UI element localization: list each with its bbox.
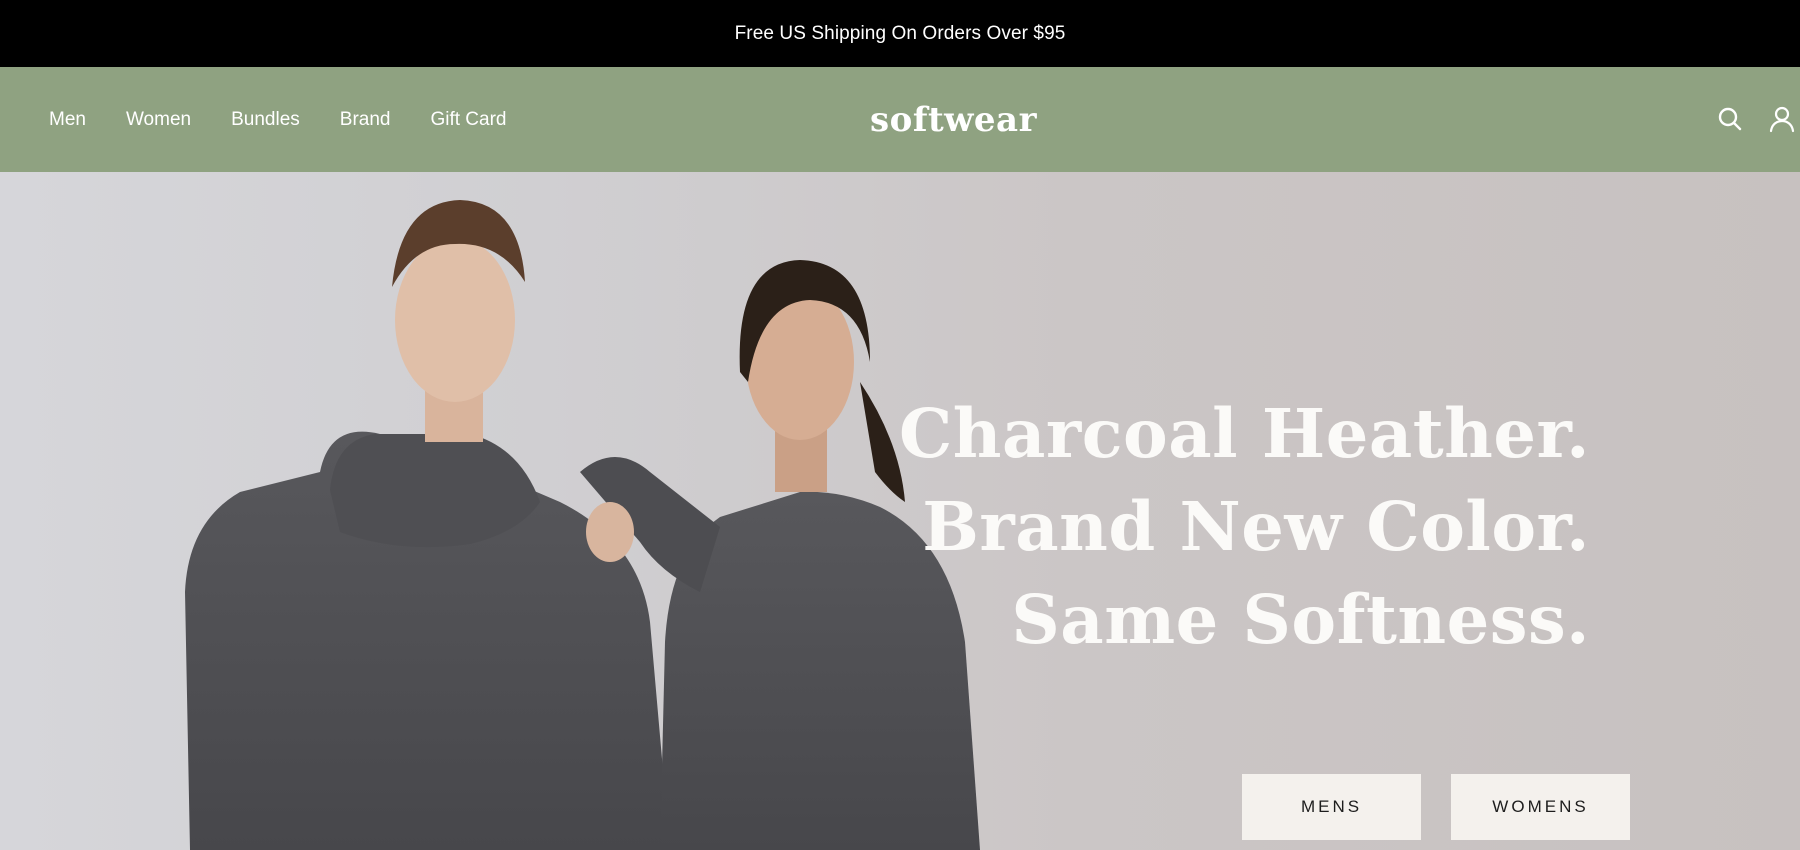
account-icon[interactable]	[1768, 105, 1796, 133]
announcement-bar: Free US Shipping On Orders Over $95	[0, 0, 1800, 67]
headline-line-2: Brand New Color.	[922, 487, 1590, 566]
hero-banner: Charcoal Heather. Brand New Color. Same …	[0, 172, 1800, 850]
announcement-text: Free US Shipping On Orders Over $95	[734, 22, 1066, 44]
nav-item-gift-card[interactable]: Gift Card	[430, 109, 506, 131]
headline-line-3: Same Softness.	[1011, 580, 1590, 659]
nav-item-men[interactable]: Men	[49, 109, 86, 131]
hero-headline: Charcoal Heather. Brand New Color. Same …	[899, 387, 1590, 666]
nav-item-bundles[interactable]: Bundles	[231, 109, 300, 131]
nav-item-brand[interactable]: Brand	[340, 109, 391, 131]
site-logo[interactable]: softwear	[870, 67, 1037, 172]
nav-item-women[interactable]: Women	[126, 109, 191, 131]
hero-photo	[185, 200, 980, 850]
womens-button[interactable]: WOMENS	[1451, 774, 1630, 840]
site-header: Men Women Bundles Brand Gift Card softwe…	[0, 67, 1800, 172]
mens-button[interactable]: MENS	[1242, 774, 1421, 840]
search-icon[interactable]	[1716, 105, 1744, 133]
headline-line-1: Charcoal Heather.	[898, 394, 1590, 473]
main-nav: Men Women Bundles Brand Gift Card	[49, 67, 547, 172]
